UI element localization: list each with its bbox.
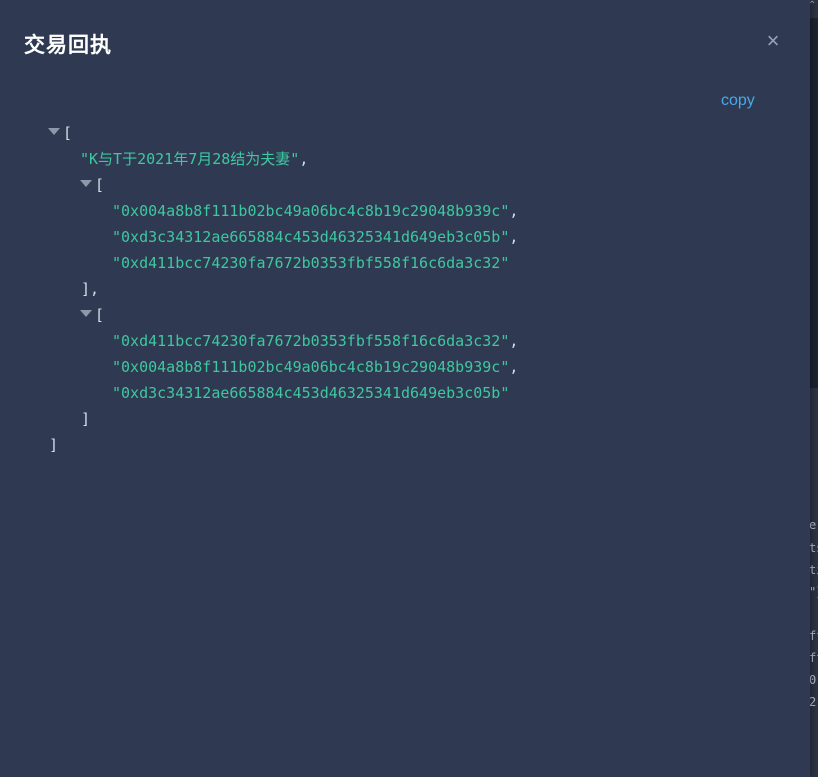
transaction-receipt-modal: 交易回执 × copy [ "K与T于2021年7月28结为夫妻", [ "0x… — [0, 0, 810, 777]
close-button[interactable]: × — [762, 30, 784, 52]
bracket-open: [ — [95, 176, 105, 194]
bracket-close: ] — [49, 436, 59, 454]
bracket-close: ], — [81, 280, 100, 298]
background-text: ts — [809, 541, 818, 555]
collapse-toggle-icon[interactable] — [80, 180, 92, 187]
background-text: ff — [809, 651, 818, 665]
bracket-open: [ — [95, 306, 105, 324]
bracket-close: ] — [81, 410, 91, 428]
bracket-open: [ — [63, 124, 73, 142]
json-string-item: "0xd411bcc74230fa7672b0353fbf558f16c6da3… — [112, 254, 510, 272]
collapse-toggle-icon[interactable] — [80, 310, 92, 317]
background-text: "} — [809, 585, 818, 599]
background-text: 0( — [809, 673, 818, 687]
close-icon: × — [766, 28, 780, 53]
json-string-item: "K与T于2021年7月28结为夫妻", — [80, 150, 309, 168]
json-string-item: "0x004a8b8f111b02bc49a06bc4c8b19c29048b9… — [112, 202, 519, 220]
json-string-item: "0xd3c34312ae665884c453d46325341d649eb3c… — [112, 384, 510, 402]
json-string-item: "0xd3c34312ae665884c453d46325341d649eb3c… — [112, 228, 519, 246]
json-string-item: "0x004a8b8f111b02bc49a06bc4c8b19c29048b9… — [112, 358, 519, 376]
background-text: ti — [809, 563, 818, 577]
background-text: 2 — [809, 695, 817, 709]
background-text: ff — [809, 629, 818, 643]
background-text: e — [809, 518, 817, 532]
copy-button[interactable]: copy — [721, 92, 755, 110]
modal-title: 交易回执 — [24, 34, 112, 57]
json-string-item: "0xd411bcc74230fa7672b0353fbf558f16c6da3… — [112, 332, 519, 350]
collapse-toggle-icon[interactable] — [48, 128, 60, 135]
